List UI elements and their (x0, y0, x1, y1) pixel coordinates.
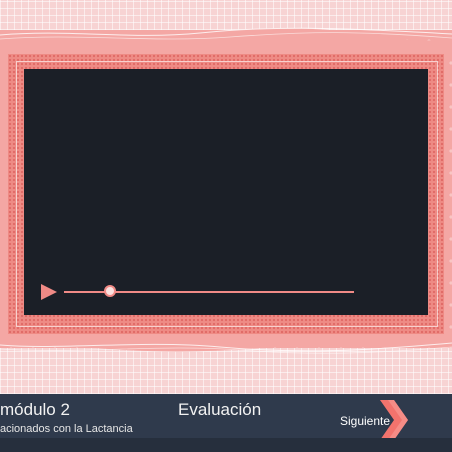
play-icon[interactable] (40, 283, 58, 301)
video-player[interactable] (24, 69, 428, 315)
next-button[interactable]: Siguiente (330, 400, 410, 440)
evaluation-link[interactable]: Evaluación (178, 400, 261, 420)
bottom-wave-decoration (0, 336, 452, 354)
footer-bottom-strip (0, 438, 452, 452)
seek-thumb[interactable] (104, 285, 117, 297)
module-title: módulo 2 (0, 400, 70, 419)
chevron-right-icon (380, 400, 408, 440)
top-wave-decoration (0, 27, 452, 44)
module-subtitle: acionados con la Lactancia (0, 423, 133, 435)
